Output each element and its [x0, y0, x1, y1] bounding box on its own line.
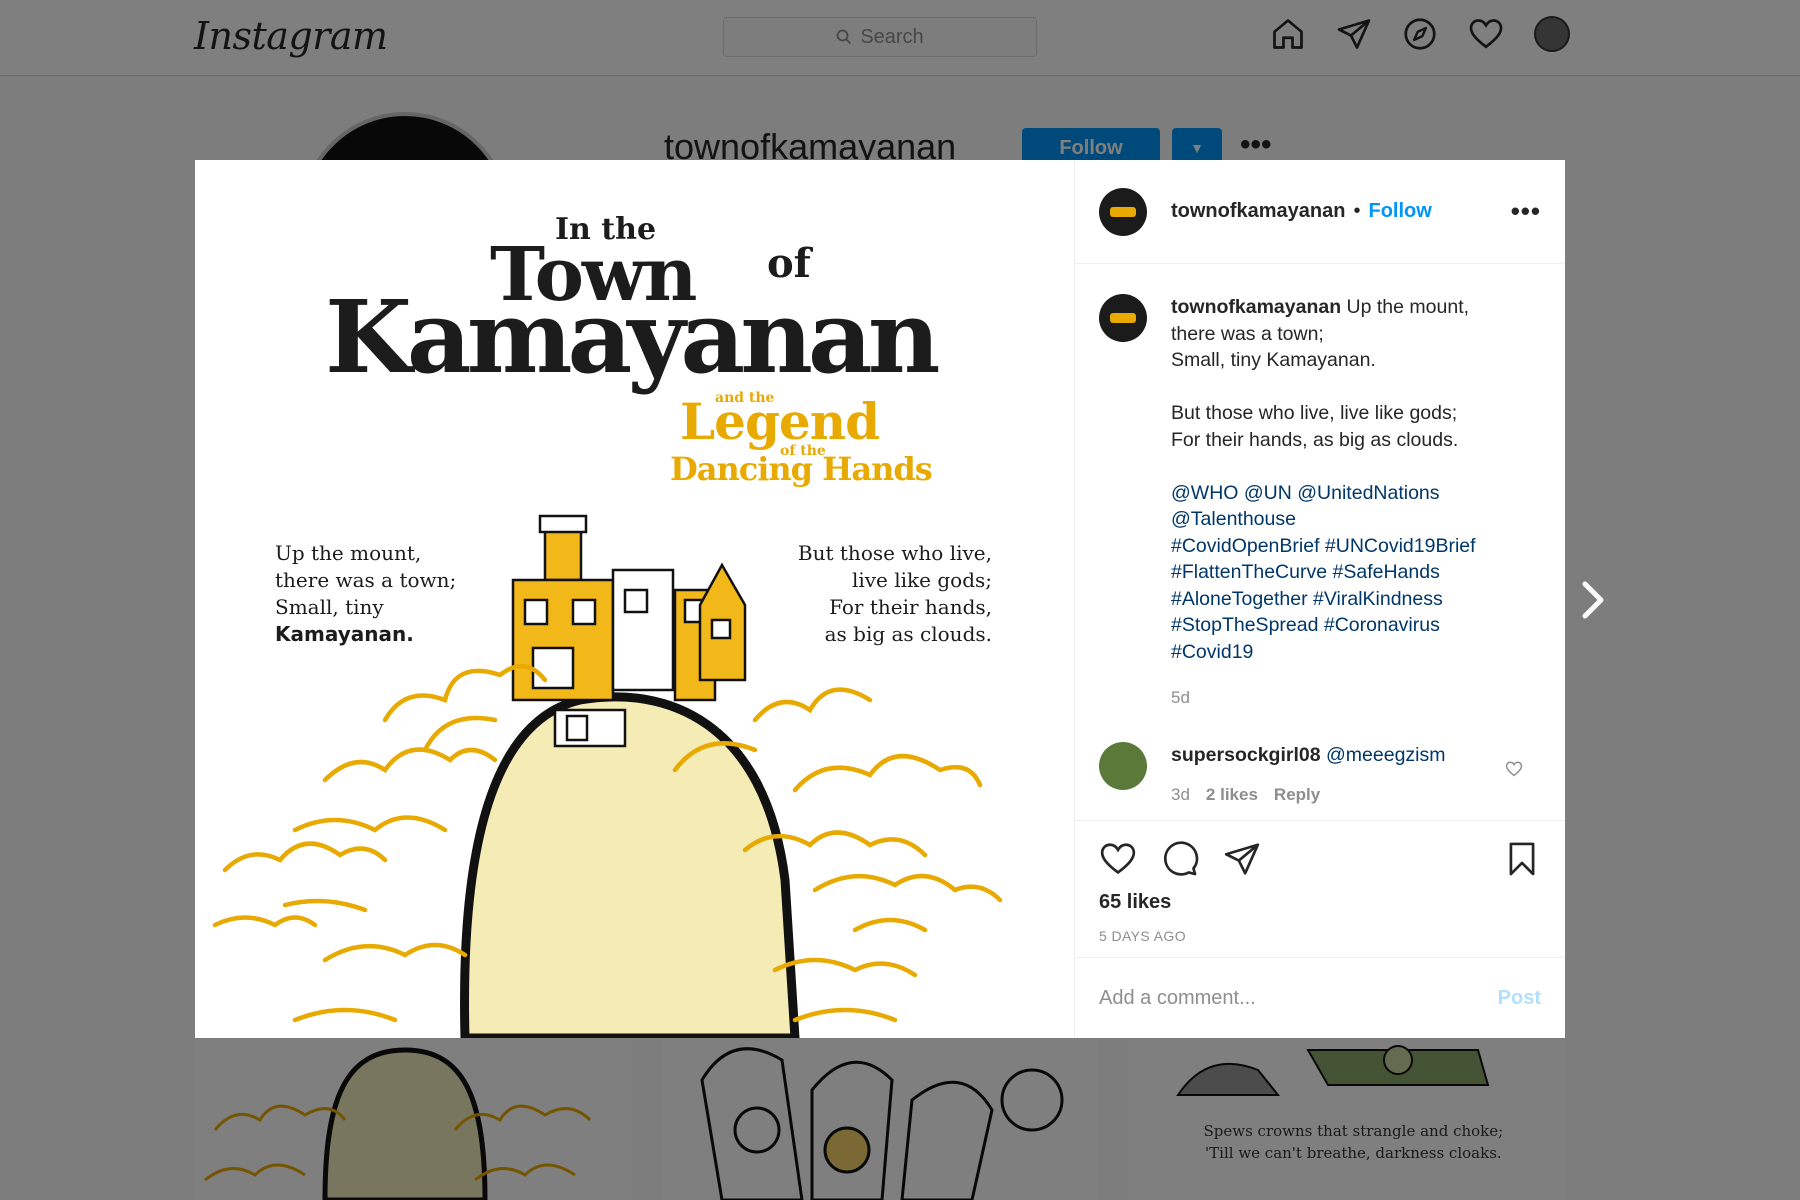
comment-mention[interactable]: @meeegzism: [1326, 744, 1446, 766]
author-avatar-logo: [1110, 206, 1136, 217]
left-verse-line-1: Up the mount,: [275, 541, 422, 565]
left-verse-line-3: Small, tiny: [275, 595, 384, 619]
caption-tags-3[interactable]: #CovidOpenBrief #UNCovid19Brief: [1171, 533, 1476, 560]
share-direct-icon[interactable]: [1223, 840, 1261, 878]
left-verse: Up the mount, there was a town; Small, t…: [275, 540, 456, 648]
post-options-button[interactable]: •••: [1511, 196, 1541, 227]
comment-body: supersockgirl08 @meeegzism 3d 2 likes Re…: [1171, 742, 1446, 808]
add-comment-bar: Post: [1075, 957, 1565, 1038]
right-verse-line-4: as big as clouds.: [824, 622, 992, 646]
caption-text: townofkamayanan Up the mount, there was …: [1171, 294, 1476, 665]
caption-avatar[interactable]: [1099, 294, 1147, 342]
caption-line-4: [1171, 374, 1476, 401]
caption-tags-6[interactable]: #StopTheSpread #Coronavirus: [1171, 612, 1476, 639]
right-verse-line-2: live like gods;: [851, 568, 992, 592]
header-follow-button[interactable]: Follow: [1369, 200, 1432, 223]
caption-avatar-logo: [1110, 313, 1136, 323]
caption-line-2: there was a town;: [1171, 322, 1324, 345]
commenter-username[interactable]: supersockgirl08: [1171, 744, 1321, 766]
comment-item: supersockgirl08 @meeegzism 3d 2 likes Re…: [1099, 742, 1539, 808]
post-header: townofkamayanan • Follow •••: [1075, 160, 1565, 264]
right-verse: But those who live, live like gods; For …: [798, 540, 992, 648]
action-row: [1099, 837, 1541, 881]
caption-tags-2[interactable]: @Talenthouse: [1171, 506, 1476, 533]
likes-count[interactable]: 65 likes: [1099, 891, 1541, 914]
comment-reply-button[interactable]: Reply: [1274, 782, 1320, 808]
comment-text: supersockgirl08 @meeegzism: [1171, 742, 1446, 768]
like-heart-icon[interactable]: [1099, 840, 1137, 878]
comment-like-heart-icon[interactable]: [1505, 760, 1523, 778]
bookmark-icon[interactable]: [1503, 840, 1541, 878]
left-verse-bold: Kamayanan.: [275, 622, 414, 646]
title-kamayanan: Kamayanan: [325, 278, 940, 396]
caption-line-5: But those who live, live like gods;: [1171, 402, 1458, 424]
post-comment-button[interactable]: Post: [1498, 987, 1541, 1010]
caption-line-1: Up the mount,: [1346, 296, 1470, 318]
comment-meta: 3d 2 likes Reply: [1171, 782, 1446, 808]
caption-line-6: For their hands, as big as clouds.: [1171, 428, 1459, 451]
right-verse-line-1: But those who live,: [797, 541, 992, 565]
subtitle-dancing-hands: Dancing Hands: [670, 450, 933, 488]
post-sidebar: townofkamayanan • Follow ••• townofkamay…: [1075, 160, 1565, 1038]
caption-tags-4[interactable]: #FlattenTheCurve #SafeHands: [1171, 559, 1476, 586]
caption-line: townofkamayanan Up the mount,: [1171, 294, 1476, 321]
post-image[interactable]: In the Town of Kamayanan and the Legend …: [195, 160, 1075, 1038]
author-avatar[interactable]: [1099, 187, 1147, 236]
comment-bubble-icon[interactable]: [1161, 840, 1199, 878]
caption-block: townofkamayanan Up the mount, there was …: [1099, 294, 1539, 665]
caption-tags-1[interactable]: @WHO @UN @UnitedNations: [1171, 480, 1476, 507]
author-username[interactable]: townofkamayanan: [1171, 200, 1345, 223]
post-modal: In the Town of Kamayanan and the Legend …: [195, 160, 1565, 1038]
comment-input[interactable]: [1099, 986, 1498, 1010]
comment-time[interactable]: 3d: [1171, 782, 1190, 808]
caption-username[interactable]: townofkamayanan: [1171, 296, 1341, 318]
commenter-avatar[interactable]: [1099, 742, 1147, 790]
post-actions: 65 likes 5 DAYS AGO: [1075, 820, 1565, 944]
comment-likes[interactable]: 2 likes: [1206, 782, 1258, 808]
caption-time[interactable]: 5d: [1171, 688, 1190, 708]
caption-tags-5[interactable]: #AloneTogether #ViralKindness: [1171, 586, 1476, 613]
header-separator: •: [1353, 200, 1361, 222]
post-timestamp: 5 DAYS AGO: [1099, 928, 1186, 944]
right-verse-line-3: For their hands,: [829, 595, 992, 619]
caption-line-3: Small, tiny Kamayanan.: [1171, 349, 1376, 371]
caption-tags-7[interactable]: #Covid19: [1171, 639, 1476, 666]
next-post-chevron-icon[interactable]: [1577, 578, 1611, 622]
left-verse-line-2: there was a town;: [275, 568, 457, 592]
